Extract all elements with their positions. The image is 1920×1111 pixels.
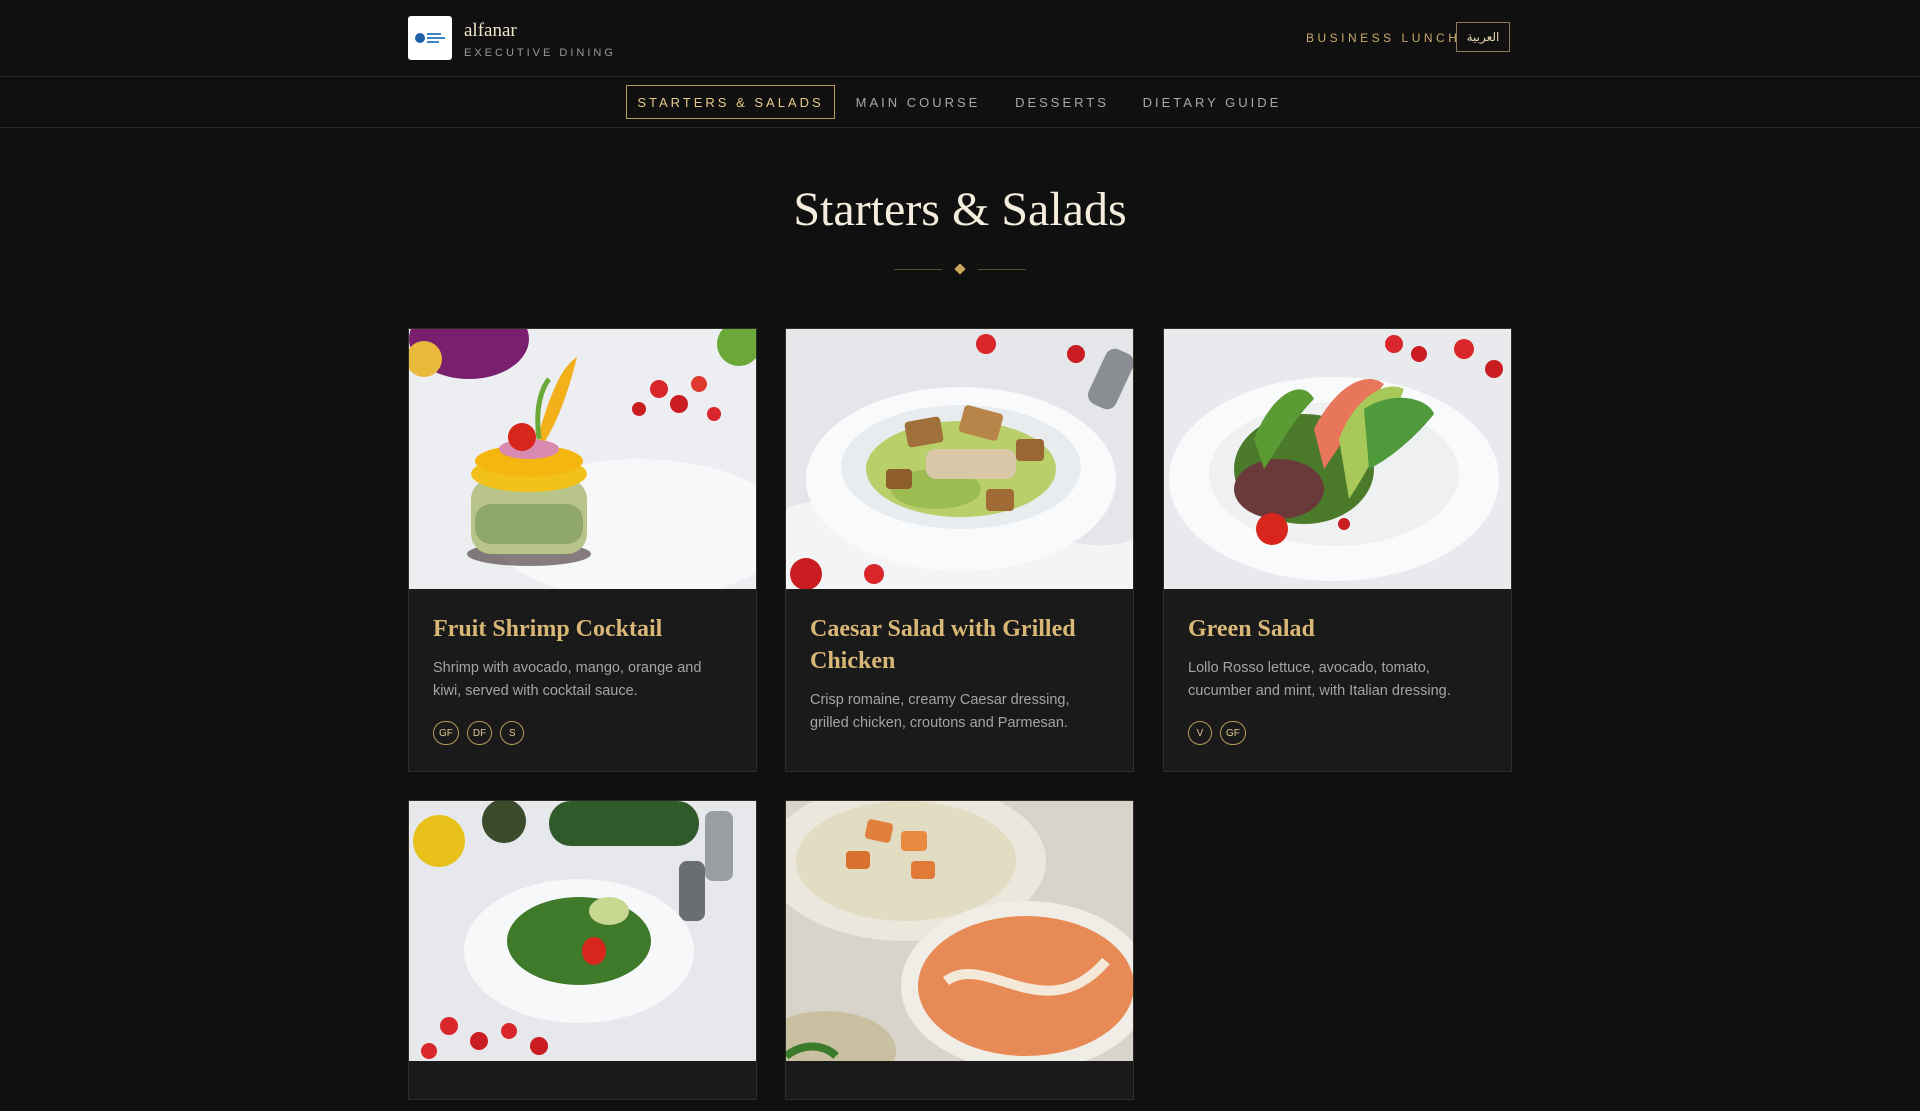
- brand-name: alfanar: [464, 20, 517, 41]
- dietary-tags: V GF: [1188, 721, 1487, 745]
- logo-mark-icon: [415, 33, 445, 43]
- soup-bowls-photo: [786, 801, 1133, 1061]
- dietary-tags: GF DF S: [433, 721, 732, 745]
- tab-starters-salads[interactable]: STARTERS & SALADS: [626, 85, 835, 119]
- language-toggle-button[interactable]: العربية: [1456, 22, 1510, 52]
- dish-description: Crisp romaine, creamy Caesar dressing, g…: [810, 692, 1070, 731]
- caesar-salad-photo: [786, 329, 1133, 589]
- dish-description: Shrimp with avocado, mango, orange and k…: [433, 660, 702, 699]
- dietary-tag-df: DF: [466, 721, 493, 745]
- green-salad-photo: [1164, 329, 1511, 589]
- dietary-tag-v: V: [1188, 721, 1212, 745]
- dietary-tag-gf: GF: [433, 721, 459, 745]
- site-header: alfanar EXECUTIVE DINING BUSINESS LUNCH …: [0, 0, 1920, 77]
- tab-dietary-guide[interactable]: DIETARY GUIDE: [1140, 85, 1284, 119]
- section-title: Starters & Salads: [793, 183, 1127, 236]
- alfanar-logo[interactable]: [408, 16, 452, 60]
- fruit-shrimp-cocktail-photo: [409, 329, 756, 589]
- dish-card[interactable]: Caesar Salad with Grilled Chicken Crisp …: [785, 328, 1134, 772]
- dish-card[interactable]: Fruit Shrimp Cocktail Shrimp with avocad…: [408, 328, 757, 772]
- ornament-divider: [894, 262, 1026, 278]
- dish-name: Fruit Shrimp Cocktail: [433, 616, 663, 642]
- dietary-tag-s: S: [500, 721, 525, 745]
- tab-main-course[interactable]: MAIN COURSE: [852, 85, 984, 119]
- category-tabs: STARTERS & SALADS MAIN COURSE DESSERTS D…: [0, 77, 1920, 128]
- diamond-icon: [954, 263, 966, 275]
- arugula-salad-photo: [409, 801, 756, 1061]
- dietary-tag-gf: GF: [1220, 721, 1246, 745]
- dish-card[interactable]: Green Salad Lollo Rosso lettuce, avocado…: [1163, 328, 1512, 772]
- brand-subtitle: EXECUTIVE DINING: [464, 47, 616, 59]
- tab-desserts[interactable]: DESSERTS: [1008, 85, 1116, 119]
- dish-name: Caesar Salad with Grilled Chicken: [810, 616, 1076, 674]
- dish-name: Green Salad: [1188, 616, 1315, 642]
- dish-description: Lollo Rosso lettuce, avocado, tomato, cu…: [1188, 660, 1451, 699]
- dish-card[interactable]: [408, 800, 757, 1100]
- menu-label: BUSINESS LUNCH: [1306, 31, 1461, 45]
- dish-card[interactable]: [785, 800, 1134, 1100]
